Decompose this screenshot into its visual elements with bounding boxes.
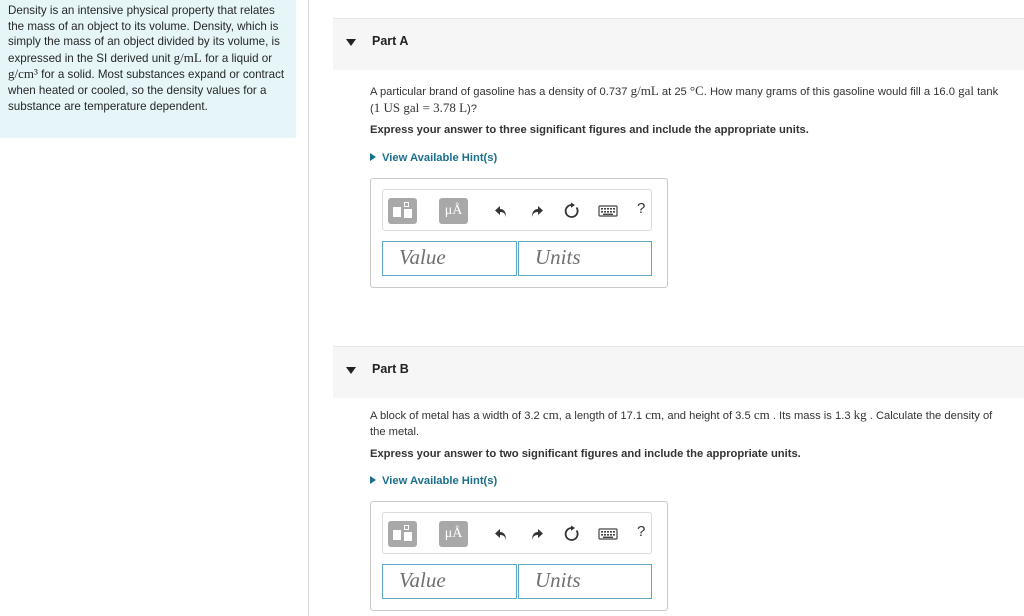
part-a-title: Part A: [372, 34, 409, 48]
undo-icon[interactable]: [493, 202, 511, 220]
intro-panel: Density is an intensive physical propert…: [0, 0, 296, 138]
q-text: A particular brand of gasoline has a den…: [370, 86, 628, 98]
undo-icon[interactable]: [493, 525, 511, 543]
part-a-header[interactable]: Part A: [333, 18, 1024, 70]
expand-arrow-icon: [370, 153, 376, 161]
part-a-instruction: Express your answer to three significant…: [370, 124, 809, 136]
q-math: cm: [542, 407, 559, 422]
part-b-answer-box: μÅ ? Value Units: [370, 501, 668, 611]
q-math: gal: [958, 83, 974, 98]
divider: [308, 0, 309, 616]
units-input[interactable]: Units: [518, 241, 652, 276]
q-math: kg: [853, 407, 867, 422]
reset-icon[interactable]: [563, 525, 581, 543]
collapse-triangle-icon[interactable]: [346, 367, 356, 374]
value-input[interactable]: Value: [382, 241, 517, 276]
intro-unit-g-per-cm3: g/cm³: [8, 66, 38, 82]
math-toolbar: μÅ ?: [382, 512, 652, 554]
intro-text-3: for a solid. Most substances expand or c…: [8, 68, 285, 113]
q-math: 1 US gal = 3.78 L: [373, 100, 468, 115]
keyboard-icon[interactable]: [598, 202, 618, 220]
q-text: )?: [467, 103, 477, 115]
q-text: , and height of 3.5: [661, 410, 751, 422]
q-math: cm: [753, 407, 770, 422]
math-toolbar: μÅ ?: [382, 189, 652, 231]
part-b-instruction: Express your answer to two significant f…: [370, 448, 801, 460]
part-b-question: A block of metal has a width of 3.2 cm, …: [370, 407, 1010, 440]
redo-icon[interactable]: [527, 202, 545, 220]
collapse-triangle-icon[interactable]: [346, 39, 356, 46]
q-text: A block of metal has a width of 3.2: [370, 410, 540, 422]
help-icon[interactable]: ?: [637, 523, 645, 540]
q-math: g/mL: [630, 83, 659, 98]
templates-icon[interactable]: [388, 198, 417, 224]
q-math: °C: [689, 83, 704, 98]
part-a-question: A particular brand of gasoline has a den…: [370, 83, 1010, 117]
q-text: . Its mass is 1.3: [772, 410, 851, 422]
units-icon[interactable]: μÅ: [439, 521, 468, 547]
intro-text-2: for a liquid or: [205, 51, 273, 65]
templates-icon[interactable]: [388, 521, 417, 547]
units-icon[interactable]: μÅ: [439, 198, 468, 224]
part-b-hint-link[interactable]: View Available Hint(s): [370, 475, 497, 487]
q-math: cm: [645, 407, 662, 422]
reset-icon[interactable]: [563, 202, 581, 220]
intro-unit-g-per-ml: g/mL: [173, 49, 202, 65]
expand-arrow-icon: [370, 476, 376, 484]
q-text: at 25: [661, 86, 687, 98]
q-text: , a length of 17.1: [558, 410, 643, 422]
hint-label: View Available Hint(s): [382, 152, 498, 164]
part-b-header[interactable]: Part B: [333, 346, 1024, 398]
units-input[interactable]: Units: [518, 564, 652, 599]
help-icon[interactable]: ?: [637, 200, 645, 217]
q-text: . How many grams of this gasoline would …: [703, 86, 955, 98]
value-input[interactable]: Value: [382, 564, 517, 599]
hint-label: View Available Hint(s): [382, 475, 498, 487]
redo-icon[interactable]: [527, 525, 545, 543]
part-a-hint-link[interactable]: View Available Hint(s): [370, 152, 497, 164]
part-a-answer-box: μÅ ? Value Units: [370, 178, 668, 288]
part-b-title: Part B: [372, 362, 409, 376]
keyboard-icon[interactable]: [598, 525, 618, 543]
